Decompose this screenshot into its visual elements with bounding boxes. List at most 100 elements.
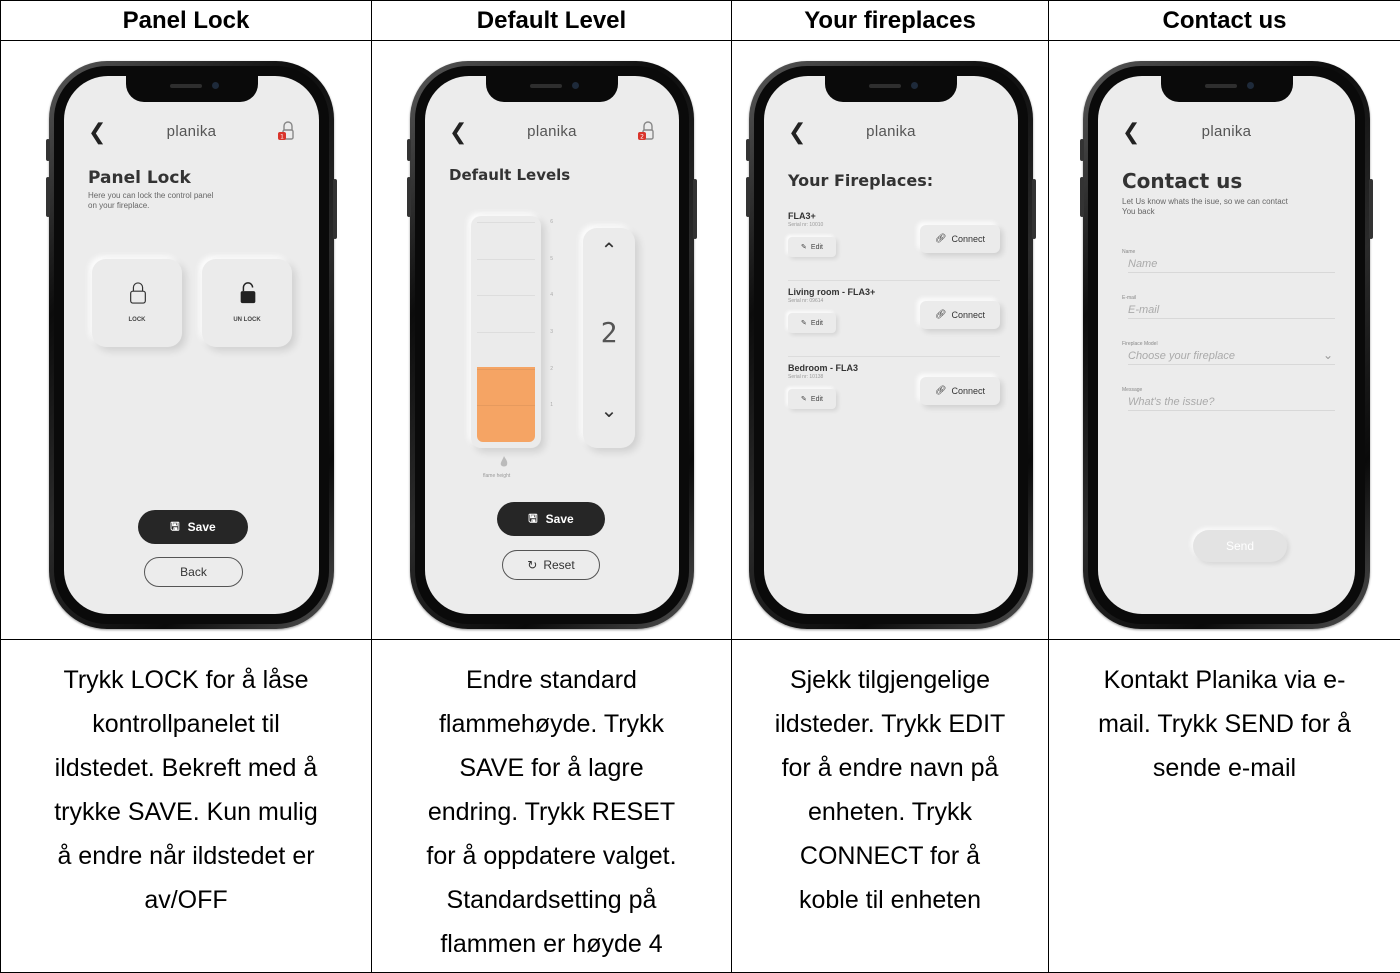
fireplace-item: FLA3+ Serial nr: 10010 ✎ Edit 🔗︎ Connect: [788, 211, 1000, 281]
phone-mockup: ❮ planika Contact us Let Us know whats t…: [1080, 61, 1373, 629]
description-text: Trykk LOCK for å låse kontrollpanelet ti…: [54, 666, 318, 914]
fireplace-item: Living room - FLA3+ Serial nr: 09614 ✎ Edit…: [788, 287, 1000, 357]
phone-screen: ❮ planika 2 Default Levels 654321 flame …: [425, 76, 679, 614]
screen-title: Your Fireplaces:: [788, 171, 934, 190]
screenshot-row: ❮ planika 1 Panel Lock Here you can lock…: [0, 40, 1400, 640]
meter-tick-label: 2: [550, 365, 553, 372]
reset-icon: ↻: [527, 558, 538, 572]
phone-mockup: ❮ planika 1 Panel Lock Here you can lock…: [46, 61, 337, 629]
lock-label: LOCK: [128, 317, 146, 323]
phone-mockup: ❮ planika Your Fireplaces: FLA3+ Serial n…: [746, 61, 1036, 629]
save-icon: 🖫: [528, 512, 538, 525]
meter-gridline: [477, 258, 535, 260]
fireplace-name: Living room - FLA3+: [788, 287, 876, 297]
edit-icon: ✎: [801, 395, 807, 403]
message-field-label: Message: [1122, 387, 1143, 393]
header-row: Panel Lock Default Level Your fireplaces…: [0, 0, 1400, 41]
model-select[interactable]: Choose your fireplace ⌄: [1128, 348, 1335, 365]
column-heading: Panel Lock: [0, 0, 372, 41]
screen-title: Default Levels: [449, 166, 571, 184]
description-row: Trykk LOCK for å låse kontrollpanelet ti…: [0, 639, 1400, 973]
name-field-label: Name: [1122, 249, 1136, 255]
phone-mockup: ❮ planika 2 Default Levels 654321 flame …: [407, 61, 697, 629]
back-button[interactable]: Back: [144, 557, 243, 587]
description-cell: Sjekk tilgjengelige ildsteder. Trykk EDI…: [731, 639, 1049, 973]
edit-button[interactable]: ✎ Edit: [788, 389, 836, 409]
fireplace-serial: Serial nr: 10010: [788, 222, 824, 228]
edit-icon: ✎: [801, 243, 807, 251]
meter-tick-label: 5: [550, 255, 553, 262]
level-meter: 6 5 4 3 2 1: [471, 216, 553, 448]
panel-lock-cell: ❮ planika 1 Panel Lock Here you can lock…: [0, 40, 372, 640]
unlock-button[interactable]: UN LOCK: [202, 259, 292, 347]
padlock-open-icon: [240, 282, 256, 304]
meter-gridline: [477, 405, 535, 407]
send-label: Send: [1225, 539, 1255, 553]
reset-button[interactable]: ↻ Reset: [502, 550, 600, 580]
brand-logo: planika: [866, 123, 916, 140]
chevron-down-icon: ⌄: [1322, 348, 1333, 362]
description-cell: Endre standard flammehøyde. Trykk SAVE f…: [371, 639, 732, 973]
screen-title: Panel Lock: [88, 168, 191, 188]
default-level-cell: ❮ planika 2 Default Levels 654321 flame …: [371, 40, 732, 640]
screen-title: Contact us: [1122, 169, 1243, 193]
model-select-value: Choose your fireplace: [1128, 350, 1236, 362]
save-label: Save: [545, 512, 574, 526]
message-field[interactable]: What's the issue?: [1128, 396, 1335, 411]
name-field[interactable]: Name: [1128, 258, 1335, 273]
level-stepper: ⌃ 2 ⌄: [583, 228, 635, 448]
edit-button[interactable]: ✎ Edit: [788, 237, 836, 257]
chevron-up-icon[interactable]: ⌃: [583, 238, 635, 262]
screen-subtitle: Let Us know whats the isue, so we can co…: [1122, 197, 1288, 216]
meter-gridline: [477, 222, 535, 223]
lock-badge-icon[interactable]: 2: [637, 120, 657, 142]
save-icon: 🖫: [170, 520, 180, 533]
lock-button[interactable]: LOCK: [92, 259, 182, 347]
link-icon: 🔗︎: [935, 386, 947, 396]
meter-tick-label: 3: [550, 329, 553, 335]
current-level: 2: [600, 316, 618, 349]
contact-cell: ❮ planika Contact us Let Us know whats t…: [1048, 40, 1400, 640]
description-text: Sjekk tilgjengelige ildsteder. Trykk EDI…: [774, 666, 1006, 914]
email-field-label: E-mail: [1122, 295, 1137, 301]
phone-screen: ❮ planika Contact us Let Us know whats t…: [1098, 76, 1355, 614]
email-field[interactable]: E-mail: [1128, 304, 1335, 319]
meter-gridline: [477, 295, 535, 297]
save-button[interactable]: 🖫 Save: [497, 502, 605, 536]
connect-label: Connect: [951, 310, 985, 320]
lock-badge-icon[interactable]: 1: [277, 120, 297, 142]
instruction-table: Panel Lock Default Level Your fireplaces…: [0, 0, 1400, 973]
screen-subtitle: Here you can lock the control panel on y…: [88, 191, 214, 210]
save-label: Save: [187, 520, 216, 534]
fireplace-name: Bedroom - FLA3: [788, 363, 859, 373]
fireplace-item: Bedroom - FLA3 Serial nr: 10138 ✎ Edit 🔗︎ Con…: [788, 363, 1000, 433]
svg-text:2: 2: [640, 134, 644, 141]
save-button[interactable]: 🖫 Save: [138, 510, 248, 544]
edit-button[interactable]: ✎ Edit: [788, 313, 836, 333]
connect-button[interactable]: 🔗︎ Connect: [920, 377, 1000, 405]
connect-label: Connect: [951, 234, 985, 244]
connect-button[interactable]: 🔗︎ Connect: [920, 301, 1000, 329]
link-icon: 🔗︎: [935, 234, 947, 244]
edit-label: Edit: [810, 243, 823, 251]
column-heading: Default Level: [371, 0, 732, 41]
edit-icon: ✎: [801, 319, 807, 327]
send-button[interactable]: Send: [1193, 530, 1287, 562]
edit-label: Edit: [810, 319, 823, 327]
phone-screen: ❮ planika Your Fireplaces: FLA3+ Serial n…: [764, 76, 1018, 614]
back-label: Back: [180, 565, 207, 579]
reset-label: Reset: [543, 558, 575, 572]
fireplaces-cell: ❮ planika Your Fireplaces: FLA3+ Serial n…: [731, 40, 1049, 640]
meter-gridline: [477, 368, 535, 370]
chevron-down-icon[interactable]: ⌄: [583, 398, 635, 422]
meter-gridline: [477, 332, 535, 333]
model-field-label: Fireplace Model: [1122, 341, 1158, 347]
padlock-closed-icon: [130, 282, 146, 304]
brand-logo: planika: [1201, 123, 1252, 140]
meter-tick-label: 6: [550, 219, 553, 225]
fireplace-serial: Serial nr: 10138: [788, 374, 824, 380]
column-heading: Your fireplaces: [731, 0, 1049, 41]
link-icon: 🔗︎: [935, 310, 947, 320]
connect-button[interactable]: 🔗︎ Connect: [920, 225, 1000, 253]
description-text: Endre standard flammehøyde. Trykk SAVE f…: [426, 666, 677, 958]
